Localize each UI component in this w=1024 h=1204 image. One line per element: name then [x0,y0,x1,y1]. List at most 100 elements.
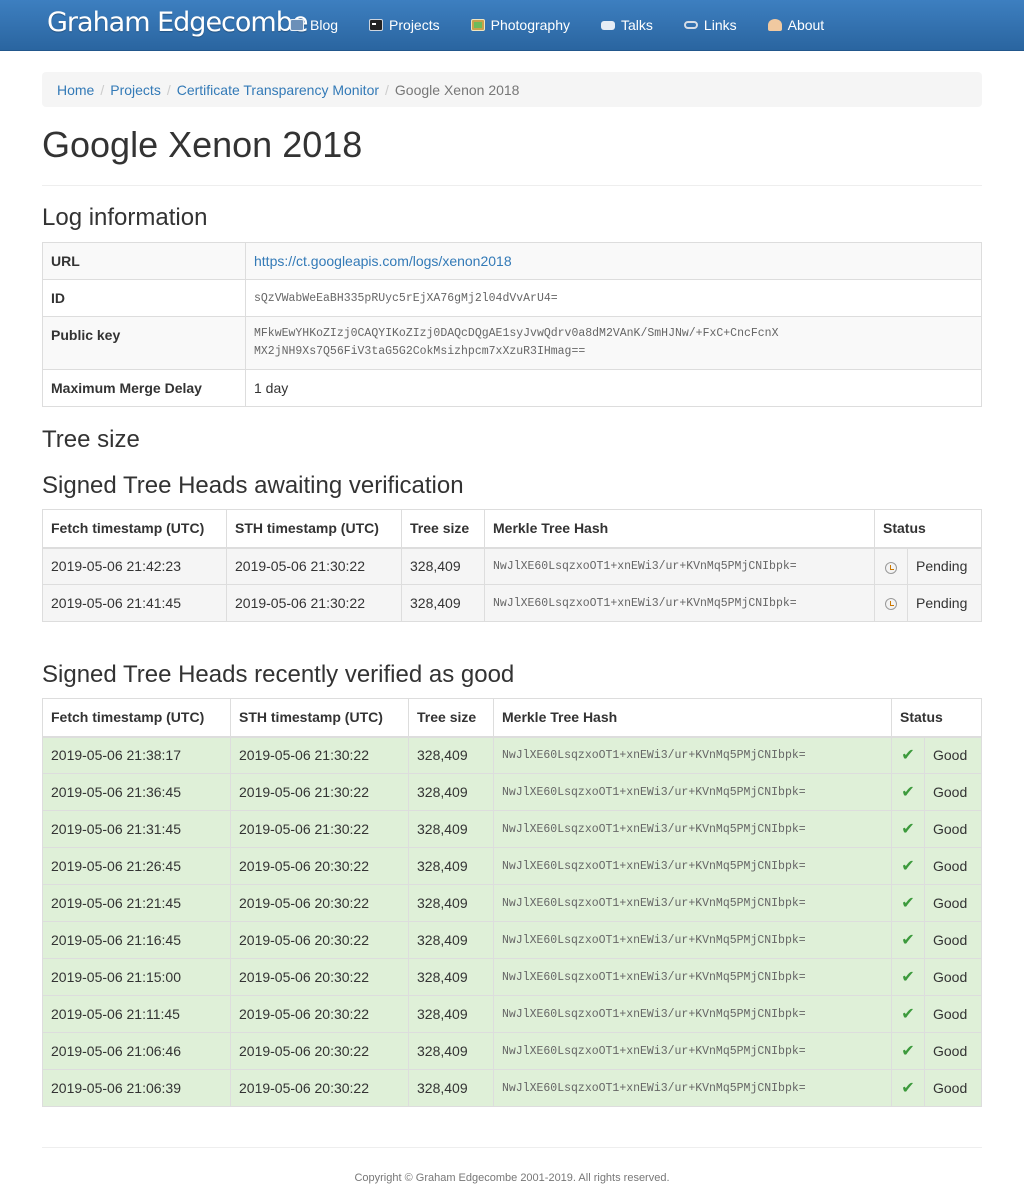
status-text: Good [924,773,982,811]
sth-timestamp: 2019-05-06 21:30:22 [230,736,409,774]
column-header: Status [891,698,982,738]
status-text: Good [924,958,982,996]
nav-item-links[interactable]: Links [683,17,737,33]
column-header: Merkle Tree Hash [493,698,892,738]
log-url-link[interactable]: https://ct.googleapis.com/logs/xenon2018 [254,253,512,269]
checkmark-icon: ✔ [901,1041,915,1060]
nav-item-talks[interactable]: Talks [601,17,653,33]
status-icon-cell: ✔ [891,736,925,774]
merkle-hash: NwJlXE60LsqzxoOT1+xnEWi3/ur+KVnMq5PMjCNI… [484,584,875,622]
nav-item-blog[interactable]: Blog [290,17,338,33]
column-header: Merkle Tree Hash [484,509,875,549]
breadcrumb-separator: / [385,81,389,98]
breadcrumb-separator: / [166,81,171,98]
table-row: 2019-05-06 21:31:45 2019-05-06 21:30:22 32… [42,810,982,848]
table-row: 2019-05-06 21:41:45 2019-05-06 21:30:22 … [42,584,982,622]
breadcrumb-home[interactable]: Home [57,82,94,98]
status-icon-cell: ✔ [891,921,925,959]
status-text: Pending [907,584,982,622]
nav-item-label: Talks [621,17,653,33]
table-header-row: Fetch timestamp (UTC) STH timestamp (UTC… [42,509,982,549]
checkmark-icon: ✔ [901,819,915,838]
row-key: ID [42,279,246,317]
breadcrumb-ct-monitor[interactable]: Certificate Transparency Monitor [177,82,379,98]
status-text: Good [924,1032,982,1070]
breadcrumb: Home / Projects / Certificate Transparen… [42,72,982,107]
table-row: 2019-05-06 21:36:45 2019-05-06 21:30:22 32… [42,773,982,811]
table-row: 2019-05-06 21:42:23 2019-05-06 21:30:22 … [42,547,982,585]
main-nav: Blog Projects Photography Talks Links Ab… [290,0,855,50]
status-icon-cell: ✔ [891,958,925,996]
book-icon [290,19,304,31]
status-text: Good [924,995,982,1033]
fetch-timestamp: 2019-05-06 21:42:23 [42,547,227,585]
status-icon-cell: ✔ [891,1032,925,1070]
tree-size: 328,409 [408,1032,494,1070]
sth-timestamp: 2019-05-06 20:30:22 [230,958,409,996]
status-icon-cell: ✔ [891,1069,925,1107]
nav-item-label: Photography [490,17,571,33]
site-brand[interactable]: Graham Edgecombe [47,7,308,38]
table-row: 2019-05-06 21:38:17 2019-05-06 21:30:22 32… [42,736,982,774]
row-key: Public key [42,316,246,370]
public-key-value: MFkwEwYHKoZIzj0CAQYIKoZIzj0DAQcDQgAE1syJ… [245,316,982,370]
top-navbar: Graham Edgecombe Blog Projects Photograp… [0,0,1024,51]
column-header: Tree size [408,698,494,738]
speech-bubble-icon [601,20,616,30]
picture-icon [470,19,485,31]
merkle-hash: NwJlXE60LsqzxoOT1+xnEWi3/ur+KVnMq5PMjCNI… [493,773,892,811]
column-header: Fetch timestamp (UTC) [42,509,227,549]
row-value: https://ct.googleapis.com/logs/xenon2018 [245,242,982,280]
log-info-table: URL https://ct.googleapis.com/logs/xenon… [42,242,982,407]
tree-size: 328,409 [408,995,494,1033]
nav-item-about[interactable]: About [767,17,825,33]
checkmark-icon: ✔ [901,930,915,949]
nav-item-projects[interactable]: Projects [369,17,440,33]
tree-size-heading: Tree size [42,426,140,453]
merkle-hash: NwJlXE60LsqzxoOT1+xnEWi3/ur+KVnMq5PMjCNI… [493,884,892,922]
checkmark-icon: ✔ [901,745,915,765]
tree-size: 328,409 [408,736,494,774]
table-row: ID sQzVWabWeEaBH335pRUyc5rEjXA76gMj2l04d… [42,279,982,317]
tree-size: 328,409 [408,958,494,996]
fetch-timestamp: 2019-05-06 21:38:17 [42,736,231,774]
checkmark-icon: ✔ [901,1078,915,1097]
nav-item-photography[interactable]: Photography [470,17,571,33]
status-icon-cell: ✔ [891,884,925,922]
chain-link-icon [683,21,698,29]
tree-size: 328,409 [408,810,494,848]
status-text: Good [924,847,982,885]
nav-item-label: About [787,17,825,33]
table-row: 2019-05-06 21:21:45 2019-05-06 20:30:22 32… [42,884,982,922]
status-text: Pending [907,547,982,585]
merkle-hash: NwJlXE60LsqzxoOT1+xnEWi3/ur+KVnMq5PMjCNI… [493,810,892,848]
status-text: Good [924,921,982,959]
column-header: Fetch timestamp (UTC) [42,698,231,738]
table-header-row: Fetch timestamp (UTC) STH timestamp (UTC… [42,698,982,738]
fetch-timestamp: 2019-05-06 21:36:45 [42,773,231,811]
merkle-hash: NwJlXE60LsqzxoOT1+xnEWi3/ur+KVnMq5PMjCNI… [484,547,875,585]
status-icon-cell [874,547,908,585]
checkmark-icon: ✔ [901,1004,915,1023]
status-text: Good [924,884,982,922]
breadcrumb-projects[interactable]: Projects [110,82,161,98]
checkmark-icon: ✔ [901,782,915,801]
tree-size: 328,409 [408,921,494,959]
nav-item-label: Projects [389,17,440,33]
table-row: 2019-05-06 21:16:45 2019-05-06 20:30:22 32… [42,921,982,959]
log-id-value: sQzVWabWeEaBH335pRUyc5rEjXA76gMj2l04dVvA… [245,279,982,317]
public-key-line-2: MX2jNH9Xs7Q56FiV3taG5G2CokMsizhpcm7xXzuR… [254,345,586,358]
verified-sth-table: Fetch timestamp (UTC) STH timestamp (UTC… [42,698,982,1107]
pending-sth-table: Fetch timestamp (UTC) STH timestamp (UTC… [42,509,982,622]
sth-timestamp: 2019-05-06 20:30:22 [230,847,409,885]
fetch-timestamp: 2019-05-06 21:16:45 [42,921,231,959]
tree-size: 328,409 [408,847,494,885]
fetch-timestamp: 2019-05-06 21:31:45 [42,810,231,848]
table-row: Public key MFkwEwYHKoZIzj0CAQYIKoZIzj0DA… [42,316,982,370]
tree-size: 328,409 [408,1069,494,1107]
sth-timestamp: 2019-05-06 20:30:22 [230,921,409,959]
footer-copyright: Copyright © Graham Edgecombe 2001-2019. … [354,1172,670,1184]
sth-timestamp: 2019-05-06 21:30:22 [230,773,409,811]
fetch-timestamp: 2019-05-06 21:21:45 [42,884,231,922]
status-text: Good [924,810,982,848]
